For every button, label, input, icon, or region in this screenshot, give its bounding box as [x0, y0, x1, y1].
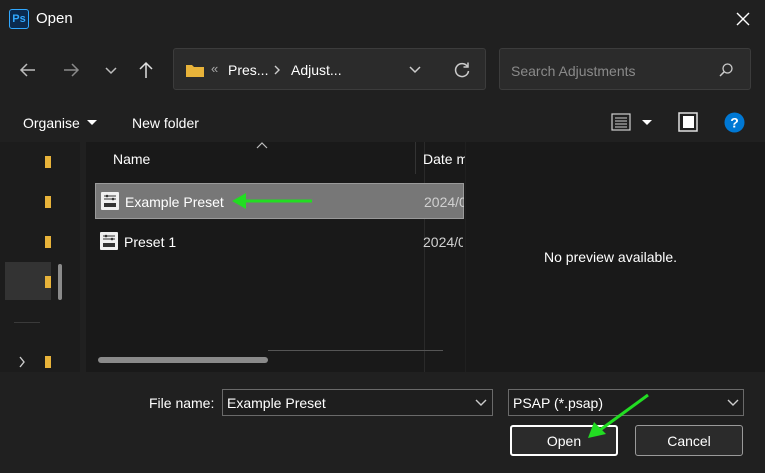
file-name: Preset 1: [124, 234, 177, 250]
breadcrumb-presets[interactable]: Pres...: [228, 62, 268, 78]
file-row[interactable]: Preset 1 2024/0: [95, 224, 464, 260]
close-icon: [736, 12, 750, 26]
up-button[interactable]: [131, 55, 161, 85]
file-date: 2024/0: [424, 194, 464, 210]
new-folder-button[interactable]: New folder: [132, 115, 199, 131]
address-dropdown-icon[interactable]: [408, 64, 422, 76]
organise-menu[interactable]: Organise: [23, 115, 80, 131]
annotation-arrow-left: [232, 193, 312, 209]
preview-message: No preview available.: [544, 249, 678, 265]
search-icon[interactable]: [718, 62, 734, 78]
column-header-name[interactable]: Name: [113, 151, 150, 167]
search-box[interactable]: [499, 48, 751, 90]
search-input[interactable]: [509, 60, 713, 82]
column-header-date[interactable]: Date m: [423, 151, 465, 167]
forward-button[interactable]: [56, 55, 86, 85]
preview-pane: No preview available.: [466, 142, 765, 372]
nav-folder-icon[interactable]: [45, 236, 51, 248]
arrow-left-icon: [19, 63, 35, 77]
breadcrumb-overflow[interactable]: «: [211, 61, 218, 76]
view-options-dropdown-icon[interactable]: [642, 120, 652, 126]
arrow-up-icon: [139, 61, 153, 78]
refresh-icon[interactable]: [453, 61, 471, 79]
close-button[interactable]: [728, 4, 758, 34]
nav-folder-icon[interactable]: [45, 356, 51, 368]
nav-folder-icon[interactable]: [45, 196, 51, 208]
open-button-label: Open: [546, 432, 582, 449]
sort-ascending-icon: [256, 142, 268, 149]
file-name-input[interactable]: Example Preset: [227, 395, 326, 411]
expand-chevron-icon[interactable]: [18, 356, 26, 368]
file-name-label: File name:: [149, 395, 215, 411]
navigation-pane[interactable]: [0, 142, 80, 372]
nav-divider: [14, 322, 40, 323]
recent-locations-button[interactable]: [96, 55, 126, 85]
back-button[interactable]: [13, 55, 43, 85]
folder-icon: [186, 65, 204, 77]
nav-folder-icon[interactable]: [45, 276, 51, 288]
organise-dropdown-icon: [87, 120, 97, 125]
address-bar[interactable]: « Pres... Adjust...: [173, 48, 486, 90]
help-icon[interactable]: ?: [724, 112, 745, 133]
annotation-arrow-diagonal: [588, 393, 649, 438]
file-date: 2024/0: [423, 234, 463, 250]
nav-scrollbar[interactable]: [58, 264, 62, 300]
preset-file-icon: [100, 232, 118, 250]
photoshop-app-icon: Ps: [9, 9, 29, 29]
chevron-down-icon: [105, 67, 117, 75]
file-name-combobox[interactable]: Example Preset: [222, 389, 493, 416]
nav-folder-icon[interactable]: [45, 156, 51, 168]
chevron-right-icon: [274, 65, 280, 75]
preset-file-icon: [101, 192, 119, 210]
file-name: Example Preset: [125, 194, 224, 210]
horizontal-scrollbar-thumb[interactable]: [98, 357, 268, 363]
svg-text:?: ?: [730, 115, 739, 131]
cancel-button-label: Cancel: [667, 432, 711, 449]
chevron-down-icon[interactable]: [475, 398, 487, 408]
arrow-right-icon: [64, 63, 80, 77]
chevron-down-icon[interactable]: [727, 398, 739, 408]
view-details-icon[interactable]: [611, 113, 631, 131]
window-title: Open: [36, 10, 73, 27]
preview-pane-icon[interactable]: [678, 112, 698, 132]
column-separator[interactable]: [415, 142, 416, 174]
title-bar: [0, 0, 765, 38]
horizontal-scrollbar-track: [268, 350, 443, 351]
breadcrumb-adjustments[interactable]: Adjust...: [291, 62, 342, 78]
